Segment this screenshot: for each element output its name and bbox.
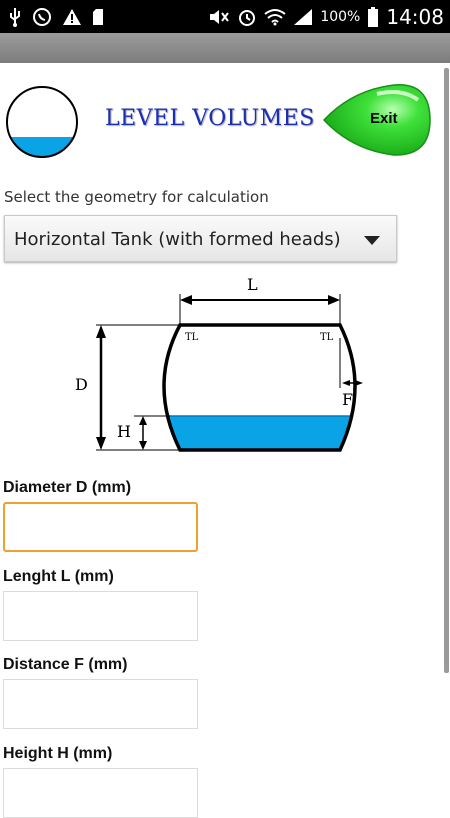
label-L: L: [247, 275, 258, 294]
diameter-input[interactable]: [3, 502, 198, 552]
label-H: H: [117, 422, 131, 441]
alarm-icon: [239, 9, 256, 26]
battery-percent: 100%: [320, 8, 361, 25]
horizontal-tank-diagram: L TL TL D H F: [75, 275, 363, 452]
geometry-selected-value: Horizontal Tank (with formed heads): [14, 229, 341, 250]
usb-icon: [10, 7, 20, 27]
app-title: LEVEL VOLUMES: [105, 106, 315, 131]
label-TL-left: TL: [185, 332, 199, 343]
height-input[interactable]: [3, 768, 198, 818]
scrollbar[interactable]: [444, 68, 449, 673]
whatsapp-icon: [33, 7, 51, 26]
distance-input[interactable]: [3, 679, 198, 729]
sd-card-icon: [93, 8, 103, 25]
clock: 14:08: [386, 4, 444, 29]
action-bar: [0, 33, 450, 63]
mute-icon: [210, 9, 230, 24]
status-bar: 100% 14:08: [0, 0, 450, 33]
diameter-label: Diameter D (mm): [3, 479, 132, 496]
label-D: D: [75, 375, 88, 394]
distance-label: Distance F (mm): [3, 656, 128, 673]
length-input[interactable]: [3, 591, 198, 641]
label-F: F: [342, 390, 353, 409]
exit-label: Exit: [370, 110, 398, 127]
length-label: Lenght L (mm): [3, 568, 114, 585]
battery-icon: [368, 6, 379, 27]
height-label: Height H (mm): [3, 745, 113, 762]
label-TL-right: TL: [320, 332, 334, 343]
geometry-dropdown[interactable]: Horizontal Tank (with formed heads): [4, 215, 397, 262]
warning-icon: [63, 8, 81, 25]
wifi-icon: [264, 8, 286, 25]
signal-icon: [294, 8, 313, 25]
chevron-down-icon: [364, 236, 380, 245]
geometry-prompt: Select the geometry for calculation: [4, 188, 269, 206]
tank-level-logo-icon: [6, 86, 78, 158]
